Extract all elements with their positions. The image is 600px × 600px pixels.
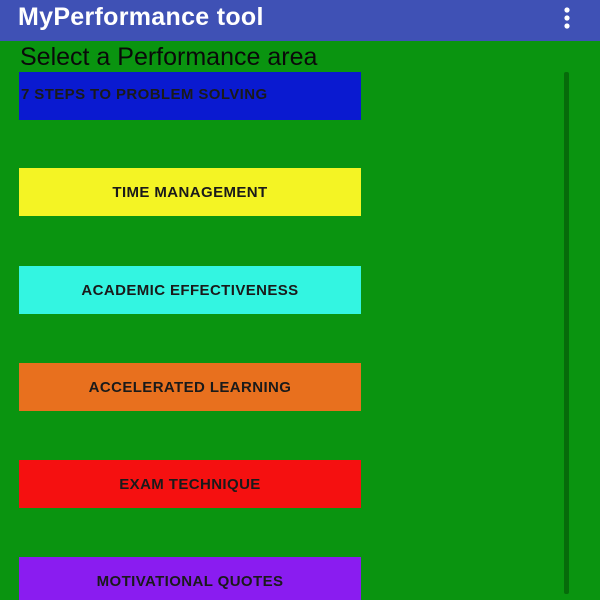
app-screen: MyPerformance tool Select a Performance … <box>0 0 600 600</box>
scrollbar[interactable] <box>564 72 569 594</box>
area-button-label: 7 STEPS TO PROBLEM SOLVING <box>21 86 268 103</box>
area-button-problem-solving[interactable]: 7 STEPS TO PROBLEM SOLVING <box>19 72 361 120</box>
area-button-motivational-quotes[interactable]: MOTIVATIONAL QUOTES <box>19 557 361 600</box>
area-button-accelerated-learning[interactable]: ACCELERATED LEARNING <box>19 363 361 411</box>
area-button-exam-technique[interactable]: EXAM TECHNIQUE <box>19 460 361 508</box>
area-button-label: ACCELERATED LEARNING <box>88 378 292 396</box>
area-button-label: EXAM TECHNIQUE <box>119 475 261 493</box>
area-button-label: ACADEMIC EFFECTIVENESS <box>81 281 299 299</box>
area-button-academic-effectiveness[interactable]: ACADEMIC EFFECTIVENESS <box>19 266 361 314</box>
area-button-label: TIME MANAGEMENT <box>112 183 268 201</box>
area-button-time-management[interactable]: TIME MANAGEMENT <box>19 168 361 216</box>
area-button-label: MOTIVATIONAL QUOTES <box>96 572 284 590</box>
performance-area-list: 7 STEPS TO PROBLEM SOLVING TIME MANAGEME… <box>0 0 600 600</box>
